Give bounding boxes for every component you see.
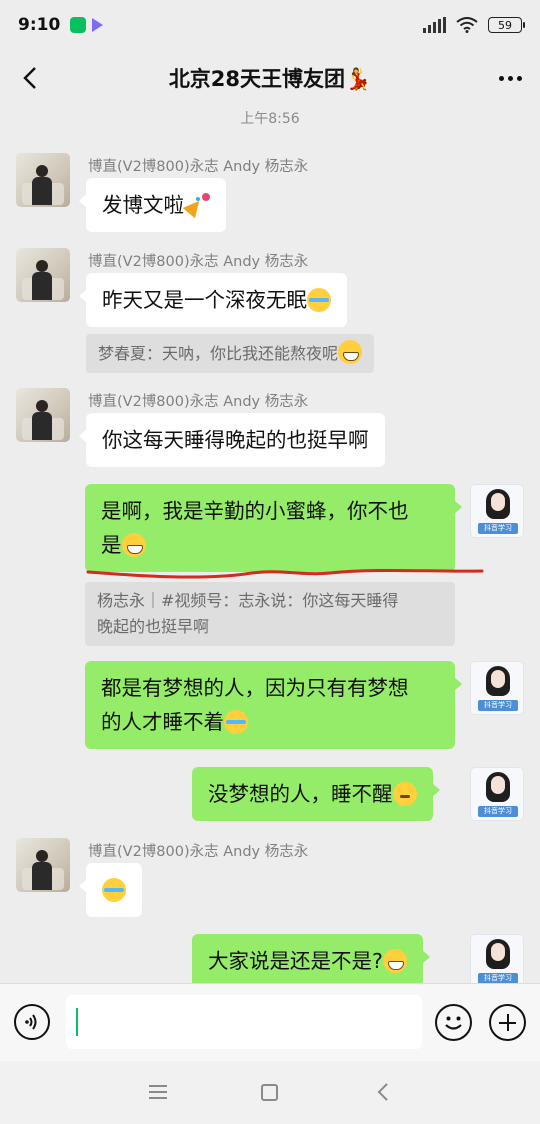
crying-laughing-icon [224, 710, 248, 734]
message-bubble[interactable]: 昨天又是一个深夜无眠 [79, 273, 347, 327]
message-text: 昨天又是一个深夜无眠 [102, 288, 307, 312]
text-caret [76, 1008, 78, 1036]
party-popper-icon [184, 193, 210, 217]
avatar-badge: 抖音学习 [478, 700, 518, 711]
voice-icon[interactable] [14, 1004, 50, 1040]
status-time: 9:10 [18, 15, 61, 35]
avatar[interactable] [16, 388, 70, 442]
message-bubble[interactable]: 是啊，我是辛勤的小蜜蜂，你不也 是 [85, 484, 462, 572]
message-bubble[interactable]: 发博文啦 [79, 178, 226, 232]
sender-name: 博直(V2博800)永志 Andy 杨志永 [88, 394, 309, 410]
avatar[interactable]: 抖音学习 [470, 661, 524, 715]
nav-home-icon[interactable] [261, 1084, 278, 1101]
message-bubble[interactable]: 大家说是还是不是? [192, 934, 430, 988]
status-indicators: 59 [423, 17, 525, 33]
grinning-icon [338, 340, 363, 364]
crying-laughing-icon [102, 878, 126, 902]
quote-text-line-2: 晚起的也挺早啊 [97, 617, 210, 636]
play-icon [92, 18, 104, 32]
quoted-message[interactable]: 杨志永｜#视频号：志永说：你这每天睡得 晚起的也挺早啊 [85, 582, 455, 646]
system-nav-bar [0, 1061, 540, 1124]
battery-icon: 59 [488, 17, 525, 33]
grinning-icon [121, 533, 146, 557]
message-input[interactable] [66, 995, 422, 1049]
input-bar [0, 983, 540, 1061]
wifi-icon [456, 17, 478, 33]
message-text-line-1: 都是有梦想的人，因为只有有梦想 [101, 676, 409, 700]
status-bar: 9:10 59 [0, 0, 540, 50]
crying-laughing-icon [307, 288, 331, 312]
avatar-badge: 抖音学习 [478, 523, 518, 534]
sender-name: 博直(V2博800)永志 Andy 杨志永 [88, 254, 309, 270]
avatar[interactable]: 抖音学习 [470, 934, 524, 988]
plus-icon[interactable] [489, 1004, 526, 1041]
avatar[interactable] [16, 153, 70, 207]
message-text-line-2: 的人才睡不着 [101, 710, 224, 734]
quoted-message[interactable]: 梦春夏：天呐，你比我还能熬夜呢 [86, 334, 375, 373]
nav-menu-icon[interactable] [149, 1085, 167, 1099]
sender-name: 博直(V2博800)永志 Andy 杨志永 [88, 159, 309, 175]
sender-name: 博直(V2博800)永志 Andy 杨志永 [88, 844, 309, 860]
message-text: 你这每天睡得晚起的也挺早啊 [102, 428, 369, 452]
back-arrow-icon[interactable] [14, 62, 46, 94]
avatar[interactable] [16, 248, 70, 302]
nav-back-icon[interactable] [373, 1081, 395, 1103]
message-bubble[interactable]: 都是有梦想的人，因为只有有梦想 的人才睡不着 [85, 661, 462, 749]
message-text-line-2: 是 [101, 533, 122, 557]
message-text: 发博文啦 [102, 193, 184, 217]
message-timestamp: 上午8:56 [240, 111, 300, 127]
message-bubble[interactable]: 你这每天睡得晚起的也挺早啊 [79, 413, 385, 467]
quote-text-line-1: 杨志永｜#视频号：志永说：你这每天睡得 [97, 591, 399, 610]
chat-title: 北京28天王博友团💃 [168, 67, 372, 91]
message-text: 大家说是还是不是? [208, 949, 383, 973]
message-bubble[interactable] [79, 863, 142, 917]
avatar[interactable]: 抖音学习 [470, 767, 524, 821]
status-app-icons [70, 17, 104, 33]
message-text: 没梦想的人，睡不醒 [208, 782, 393, 806]
quote-text: 梦春夏：天呐，你比我还能熬夜呢 [98, 344, 339, 363]
signal-icon [423, 17, 446, 33]
grinning-icon [382, 949, 407, 973]
emoji-icon[interactable] [435, 1004, 472, 1041]
message-bubble[interactable]: 没梦想的人，睡不醒 [192, 767, 439, 821]
message-text-line-1: 是啊，我是辛勤的小蜜蜂，你不也 [101, 499, 409, 523]
avatar-badge: 抖音学习 [478, 806, 518, 817]
chat-header: 北京28天王博友团💃 [0, 50, 540, 106]
thinking-face-icon [392, 782, 417, 806]
wechat-icon [70, 17, 87, 33]
avatar[interactable] [16, 838, 70, 892]
more-dots-icon[interactable] [492, 62, 528, 94]
avatar[interactable]: 抖音学习 [470, 484, 524, 538]
